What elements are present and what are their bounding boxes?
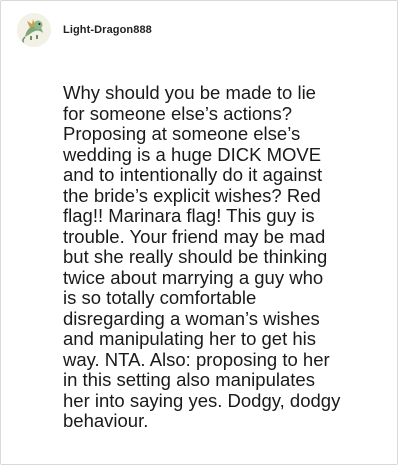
comment-header: Light-Dragon888 bbox=[17, 13, 152, 47]
comment-body: Why should you be made to lie for someon… bbox=[63, 82, 341, 431]
dragon-avatar-icon[interactable] bbox=[17, 13, 51, 47]
comment-card: Light-Dragon888 Why should you be made t… bbox=[0, 0, 398, 465]
author-username[interactable]: Light-Dragon888 bbox=[63, 24, 152, 36]
